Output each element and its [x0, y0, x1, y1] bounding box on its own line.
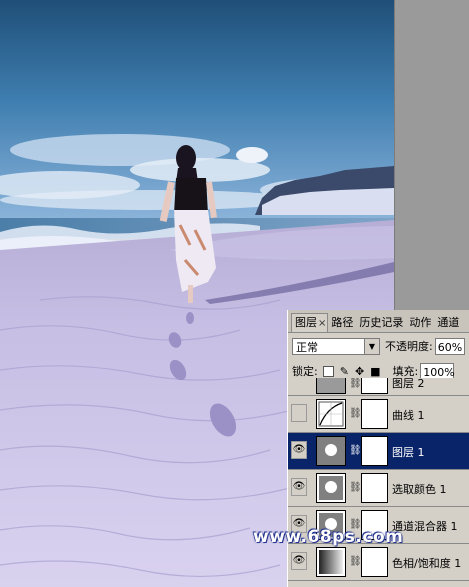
workspace-background	[394, 0, 469, 310]
tab-history[interactable]: 历史记录	[356, 314, 406, 332]
link-icon: ⛓	[349, 408, 362, 419]
tab-actions[interactable]: 动作	[406, 314, 434, 332]
opacity-input[interactable]: 60%	[434, 337, 465, 355]
layer-thumbnail	[316, 436, 346, 466]
fill-label: 填充:	[392, 365, 419, 378]
layer-mask-thumbnail	[361, 436, 388, 466]
eye-icon[interactable]: 👁	[291, 552, 307, 570]
layer-row-layer-2[interactable]: ⛓ 图层 2	[288, 378, 469, 396]
opacity-label: 不透明度:	[385, 340, 433, 353]
layer-name: 选取颜色 1	[392, 483, 447, 496]
brush-icon[interactable]: ✎	[340, 365, 349, 378]
layer-mask-thumbnail	[361, 473, 388, 503]
layer-mask-thumbnail	[361, 378, 388, 394]
link-icon: ⛓	[349, 378, 362, 389]
lock-transparent-pixels-checkbox[interactable]	[322, 365, 334, 377]
curves-icon	[316, 399, 346, 429]
visibility-toggle[interactable]	[291, 404, 307, 422]
close-icon[interactable]: ×	[318, 318, 326, 329]
layer-name: 图层 1	[392, 446, 425, 459]
lock-label: 锁定:	[292, 365, 318, 378]
adjustment-icon	[316, 473, 346, 503]
lock-icon[interactable]: ■	[370, 365, 380, 378]
link-icon: ⛓	[349, 445, 362, 456]
eye-icon[interactable]: 👁	[291, 441, 307, 459]
fill-input[interactable]: 100%	[420, 362, 455, 380]
tab-channels[interactable]: 通道	[434, 314, 462, 332]
layer-row-hue-saturation-1[interactable]: 👁 ⛓ 色相/饱和度 1	[288, 544, 469, 581]
tab-label: 图层	[295, 316, 317, 329]
link-icon: ⛓	[349, 556, 362, 567]
layer-name: 曲线 1	[392, 409, 425, 422]
layer-list: ⛓ 图层 2 ⛓ 曲线 1 👁 ⛓ 图层 1 👁 ⛓ 选取颜色 1 👁 ⛓ 通道…	[288, 378, 469, 581]
layer-thumbnail	[316, 378, 346, 394]
blend-mode-select[interactable]: 正常 ▼	[292, 337, 380, 355]
blend-row: 正常 ▼ 不透明度: 60%	[292, 337, 465, 355]
watermark: www.68ps.com	[253, 527, 404, 547]
layer-mask-thumbnail	[361, 399, 388, 429]
layer-mask-thumbnail	[361, 547, 388, 577]
layer-row-layer-1[interactable]: 👁 ⛓ 图层 1	[288, 433, 469, 470]
hue-saturation-icon	[316, 547, 346, 577]
eye-icon[interactable]: 👁	[291, 478, 307, 496]
layer-row-selective-color-1[interactable]: 👁 ⛓ 选取颜色 1	[288, 470, 469, 507]
link-icon: ⛓	[349, 482, 362, 493]
blend-mode-value: 正常	[296, 340, 318, 354]
tab-layers[interactable]: 图层×	[291, 313, 329, 332]
move-icon[interactable]: ✥	[355, 365, 364, 378]
panel-tabs: 图层× 路径 历史记录 动作 通道	[288, 310, 469, 333]
layer-name: 色相/饱和度 1	[392, 557, 462, 570]
layer-name: 图层 2	[392, 378, 425, 390]
tab-paths[interactable]: 路径	[328, 314, 356, 332]
chevron-down-icon[interactable]: ▼	[364, 338, 379, 354]
layer-row-curves-1[interactable]: ⛓ 曲线 1	[288, 396, 469, 433]
